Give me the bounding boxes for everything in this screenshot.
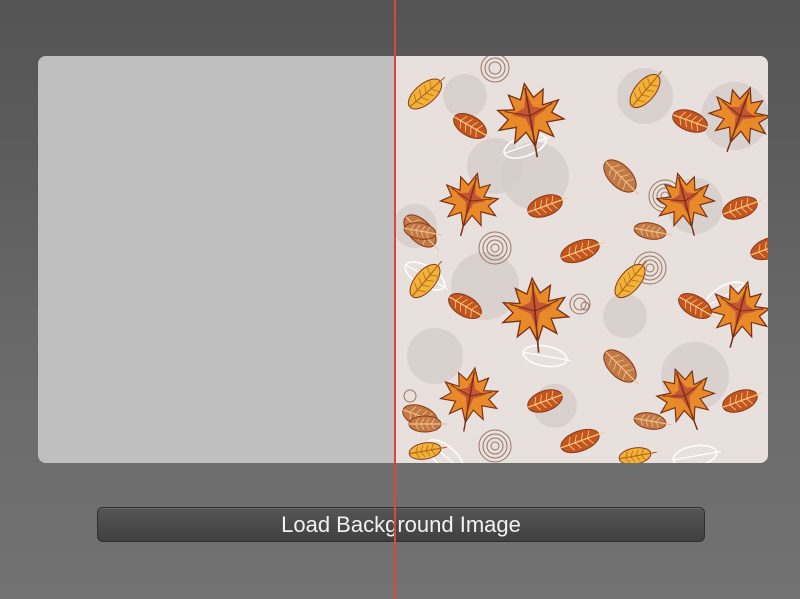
oval-leaf	[750, 235, 768, 261]
ghost-leaf-shape	[407, 328, 463, 384]
ghost-leaf-shape	[603, 294, 647, 338]
spiral-circle	[403, 389, 417, 403]
empty-image-panel	[38, 56, 395, 463]
oval-leaf	[633, 222, 672, 240]
oval-leaf	[560, 428, 605, 454]
spiral-circle	[580, 301, 590, 311]
oval-leaf	[603, 349, 639, 385]
spiral-circle	[478, 429, 512, 463]
autumn-leaves-pattern-icon	[395, 56, 768, 463]
oval-leaf	[633, 412, 672, 430]
outline-leaf	[672, 444, 721, 463]
image-comparison-card	[38, 56, 768, 463]
oval-leaf	[408, 415, 447, 433]
split-divider-handle[interactable]	[394, 0, 396, 599]
outline-leaf	[522, 344, 571, 368]
oval-leaf	[560, 238, 605, 264]
spiral-circle	[480, 56, 510, 83]
spiral-circle	[569, 293, 591, 315]
oval-leaf	[678, 293, 717, 319]
ghost-leaf-shape	[443, 74, 487, 118]
load-background-image-button[interactable]: Load Background Image	[97, 507, 705, 542]
oval-leaf	[618, 447, 657, 463]
oval-leaf	[722, 196, 763, 220]
background-image-preview	[395, 56, 768, 463]
oval-leaf	[603, 159, 639, 195]
